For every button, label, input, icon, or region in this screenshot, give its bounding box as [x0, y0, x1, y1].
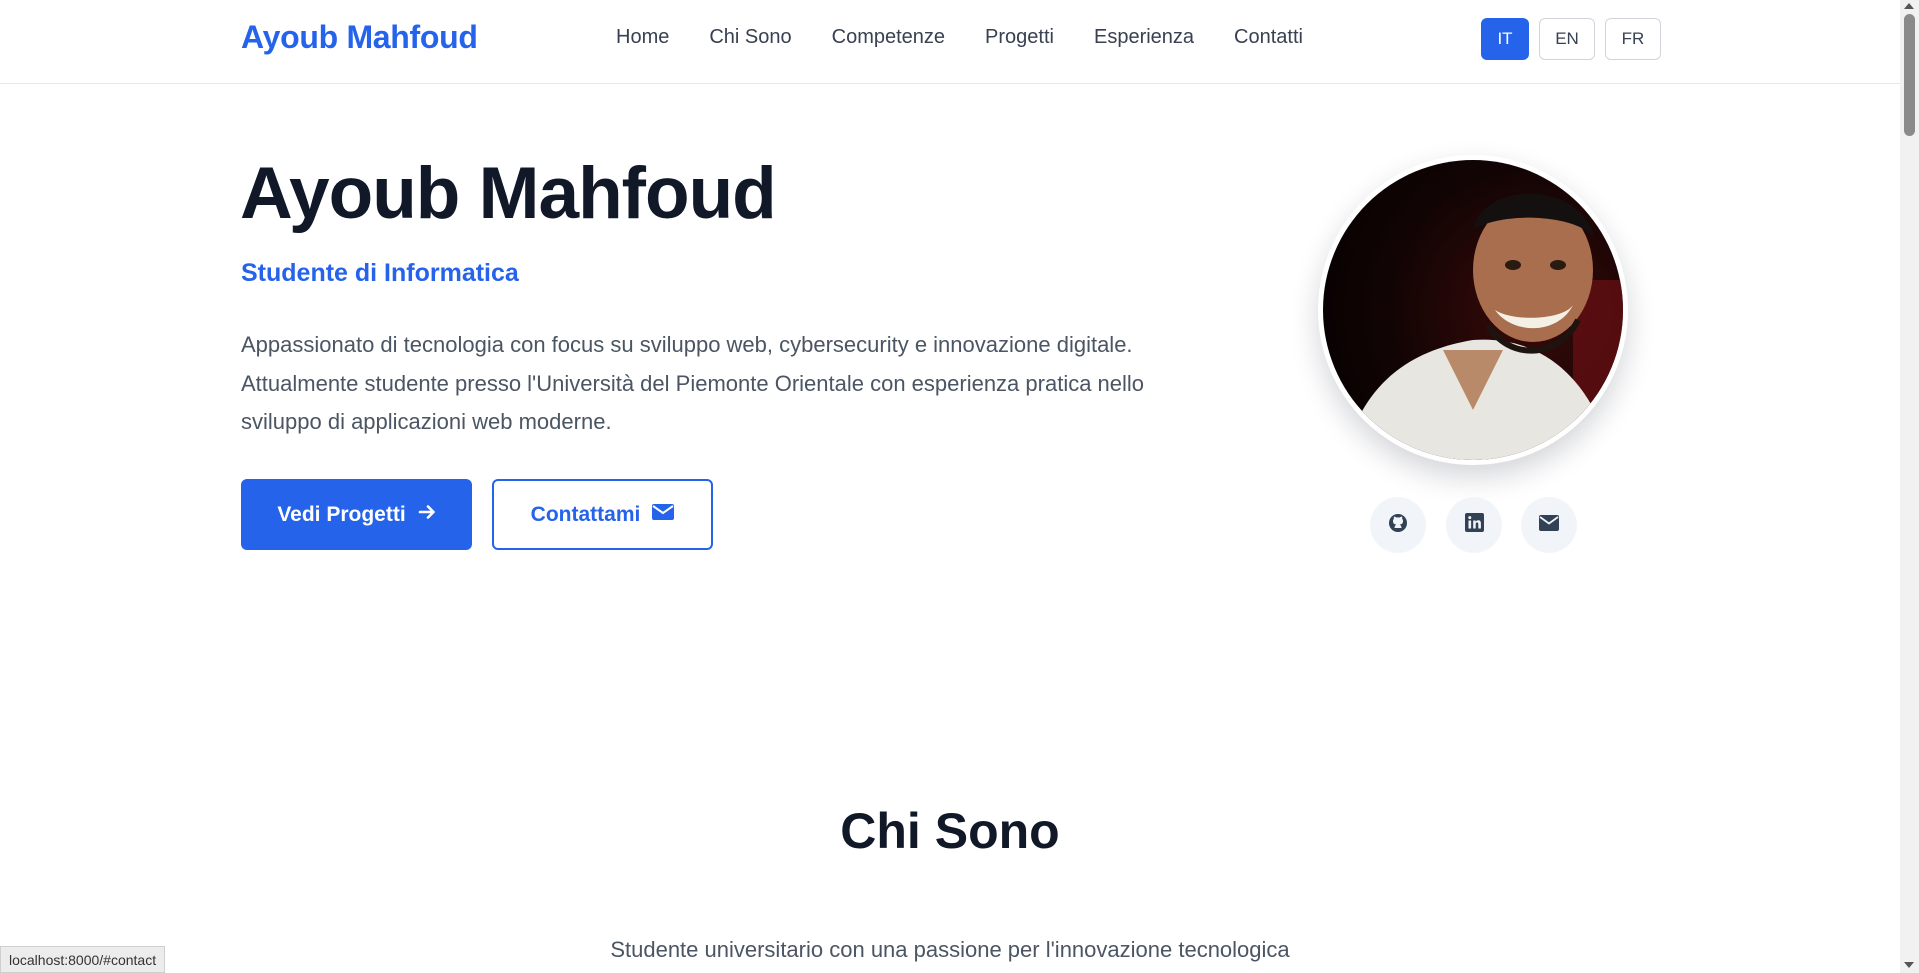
profile-photo-image — [1323, 160, 1623, 460]
language-button-en[interactable]: EN — [1539, 18, 1595, 60]
scroll-up-icon[interactable] — [1904, 3, 1914, 9]
profile-photo — [1318, 155, 1628, 465]
language-button-fr[interactable]: FR — [1605, 18, 1661, 60]
browser-status-bar: localhost:8000/#contact — [0, 946, 166, 973]
hero-subtitle: Studente di Informatica — [241, 259, 519, 287]
nav-link-home[interactable]: Home — [616, 26, 669, 49]
nav-link-chi-sono[interactable]: Chi Sono — [709, 26, 791, 49]
nav-link-contatti[interactable]: Contatti — [1234, 26, 1303, 49]
nav-link-esperienza[interactable]: Esperienza — [1094, 26, 1194, 49]
github-icon — [1388, 513, 1408, 538]
language-button-it[interactable]: IT — [1481, 18, 1529, 60]
nav-link-progetti[interactable]: Progetti — [985, 26, 1054, 49]
email-link[interactable] — [1521, 497, 1577, 553]
page-scrollbar[interactable] — [1900, 0, 1919, 973]
view-projects-label: Vedi Progetti — [277, 502, 406, 526]
brand-logo[interactable]: Ayoub Mahfoud — [241, 19, 478, 56]
linkedin-link[interactable] — [1446, 497, 1502, 553]
arrow-right-icon — [418, 503, 436, 527]
scroll-down-icon[interactable] — [1904, 962, 1914, 968]
nav-links: Home Chi Sono Competenze Progetti Esperi… — [616, 26, 1343, 49]
linkedin-icon — [1464, 513, 1484, 537]
hero-description: Appassionato di tecnologia con focus su … — [241, 332, 1145, 434]
about-section-title: Chi Sono — [840, 803, 1060, 859]
hero-title: Ayoub Mahfoud — [240, 153, 777, 234]
about-section-description: Studente universitario con una passione … — [610, 937, 1290, 962]
scrollbar-thumb[interactable] — [1904, 14, 1915, 136]
view-projects-button[interactable]: Vedi Progetti — [241, 479, 472, 550]
navbar: Ayoub Mahfoud Home Chi Sono Competenze P… — [0, 0, 1900, 84]
github-link[interactable] — [1370, 497, 1426, 553]
envelope-icon — [1539, 514, 1559, 536]
contact-me-button[interactable]: Contattami — [492, 479, 713, 550]
contact-me-label: Contattami — [530, 502, 641, 526]
nav-link-competenze[interactable]: Competenze — [832, 26, 945, 49]
envelope-icon — [652, 503, 675, 527]
